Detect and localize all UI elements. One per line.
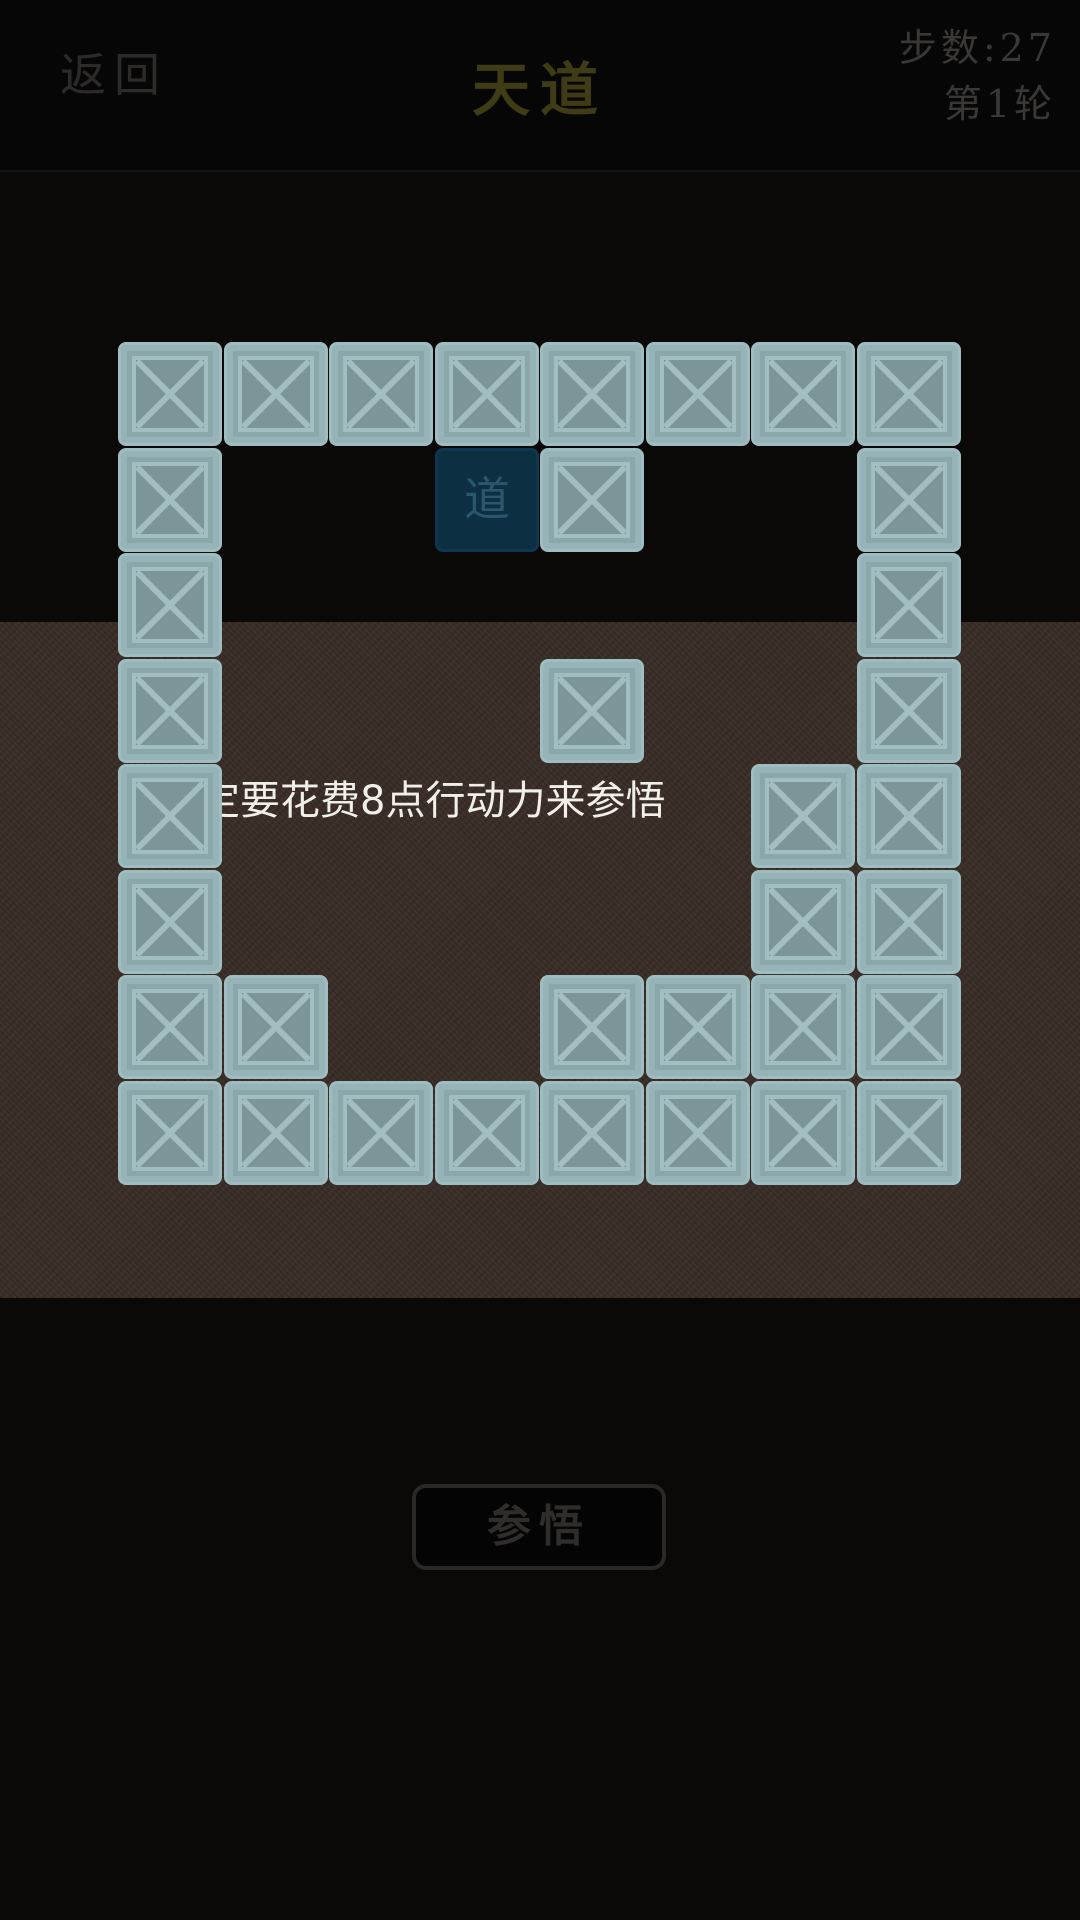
crossed-box-icon [554,356,630,432]
stats-panel: 步数:27 第1轮 [899,20,1056,132]
crossed-box-icon [765,989,841,1065]
board-tile[interactable] [435,1081,539,1185]
board-tile[interactable] [751,870,855,974]
board-tile[interactable] [224,1081,328,1185]
board-tile[interactable] [540,659,644,763]
board-tile[interactable] [646,975,750,1079]
crossed-box-icon [660,989,736,1065]
board-tile[interactable] [751,975,855,1079]
board-tile[interactable] [435,342,539,446]
crossed-box-icon [343,356,419,432]
board-tile[interactable] [751,1081,855,1185]
board-tile[interactable] [857,870,961,974]
board-tile[interactable] [118,448,222,552]
board-tile[interactable] [540,448,644,552]
crossed-box-icon [871,462,947,538]
round-counter: 第1轮 [943,82,1056,126]
crossed-box-icon [871,356,947,432]
board-tile[interactable] [118,1081,222,1185]
board-tile[interactable] [540,975,644,1079]
crossed-box-icon [765,356,841,432]
crossed-box-icon [132,989,208,1065]
crossed-box-icon [238,1095,314,1171]
board-tile[interactable] [118,553,222,657]
board-tile[interactable] [751,764,855,868]
crossed-box-icon [765,1095,841,1171]
crossed-box-icon [554,462,630,538]
board-tile[interactable] [857,1081,961,1185]
top-bar: 返回 天道 步数:27 第1轮 [0,0,1080,172]
crossed-box-icon [660,356,736,432]
board-tile[interactable] [118,975,222,1079]
crossed-box-icon [132,673,208,749]
dao-tile[interactable]: 道 [435,448,539,552]
game-screen: 返回 天道 步数:27 第1轮 定要花费8点行动力来参悟 道 参悟 [0,0,1080,1920]
crossed-box-icon [554,989,630,1065]
board-tile[interactable] [540,342,644,446]
crossed-box-icon [554,673,630,749]
crossed-box-icon [132,778,208,854]
crossed-box-icon [132,1095,208,1171]
crossed-box-icon [132,356,208,432]
crossed-box-icon [871,567,947,643]
game-board: 道 [118,342,962,1186]
crossed-box-icon [871,673,947,749]
crossed-box-icon [871,989,947,1065]
board-tile[interactable] [118,342,222,446]
crossed-box-icon [132,884,208,960]
board-tile[interactable] [224,342,328,446]
crossed-box-icon [449,1095,525,1171]
board-tile[interactable] [329,1081,433,1185]
board-tile[interactable] [857,975,961,1079]
crossed-box-icon [238,356,314,432]
crossed-box-icon [132,567,208,643]
crossed-box-icon [238,989,314,1065]
board-tile[interactable] [857,764,961,868]
back-button[interactable]: 返回 [60,40,190,110]
board-tile[interactable] [118,870,222,974]
crossed-box-icon [449,356,525,432]
board-tile[interactable] [118,659,222,763]
board-tile[interactable] [857,553,961,657]
steps-counter: 步数:27 [898,26,1056,70]
crossed-box-icon [871,1095,947,1171]
crossed-box-icon [660,1095,736,1171]
board-tile[interactable] [540,1081,644,1185]
comprehend-button[interactable]: 参悟 [412,1484,666,1570]
board-tile[interactable] [857,659,961,763]
crossed-box-icon [765,778,841,854]
board-tile[interactable] [751,342,855,446]
board-tile[interactable] [224,975,328,1079]
board-tile[interactable] [646,1081,750,1185]
crossed-box-icon [343,1095,419,1171]
board-tile[interactable] [857,448,961,552]
crossed-box-icon [871,884,947,960]
crossed-box-icon [554,1095,630,1171]
board-tile[interactable] [118,764,222,868]
game-title: 天道 [471,56,608,124]
board-tile[interactable] [329,342,433,446]
crossed-box-icon [871,778,947,854]
board-tile[interactable] [857,342,961,446]
crossed-box-icon [132,462,208,538]
crossed-box-icon [765,884,841,960]
board-tile[interactable] [646,342,750,446]
